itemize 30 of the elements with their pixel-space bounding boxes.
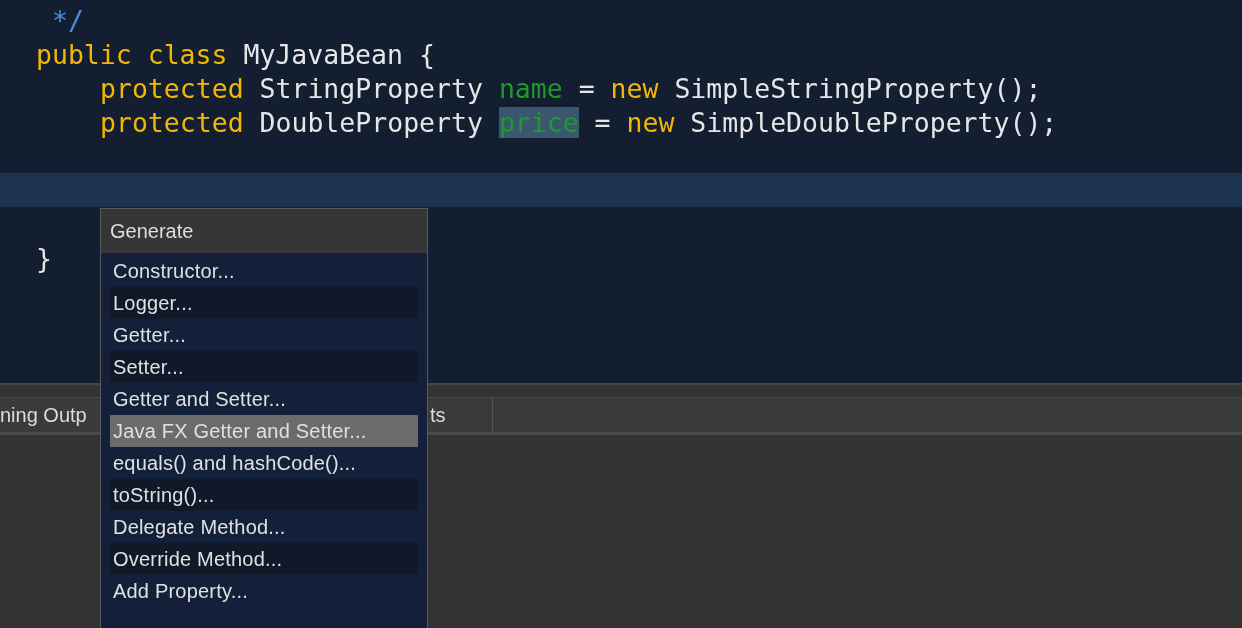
menu-item[interactable]: equals() and hashCode()... [110, 447, 418, 479]
code-token: public class [36, 38, 229, 70]
code-token: SimpleStringProperty(); [674, 72, 1042, 104]
code-token: } [36, 242, 52, 274]
code-token: MyJavaBean { [243, 38, 435, 70]
code-token: DoubleProperty [259, 106, 484, 138]
menu-item[interactable]: Logger... [110, 287, 418, 319]
code-token: new [626, 106, 676, 138]
code-token: SimpleDoubleProperty(); [690, 106, 1058, 138]
output-tab[interactable]: ning Outp [0, 403, 87, 427]
menu-item[interactable]: Constructor... [110, 255, 418, 287]
menu-item[interactable]: Getter... [110, 319, 418, 351]
code-token: protected [100, 106, 245, 138]
menu-item[interactable]: Delegate Method... [110, 511, 418, 543]
code-token: protected [100, 72, 245, 104]
menu-item[interactable]: Add Property... [110, 575, 418, 607]
menu-item[interactable]: Override Method... [110, 543, 418, 575]
code-token: = [577, 72, 596, 104]
popup-title: Generate [101, 209, 427, 253]
code-token: */ [50, 4, 84, 36]
menu-item[interactable]: Java FX Getter and Setter... [110, 415, 418, 447]
menu-item[interactable]: Setter... [110, 351, 418, 383]
code-token: new [610, 72, 660, 104]
code-token: = [593, 106, 612, 138]
output-tab[interactable]: ts [430, 403, 446, 427]
code-token: StringProperty [259, 72, 484, 104]
code-token: price [498, 106, 579, 138]
code-token: name [498, 72, 563, 104]
menu-item[interactable]: toString()... [110, 479, 418, 511]
menu-item[interactable]: Getter and Setter... [110, 383, 418, 415]
